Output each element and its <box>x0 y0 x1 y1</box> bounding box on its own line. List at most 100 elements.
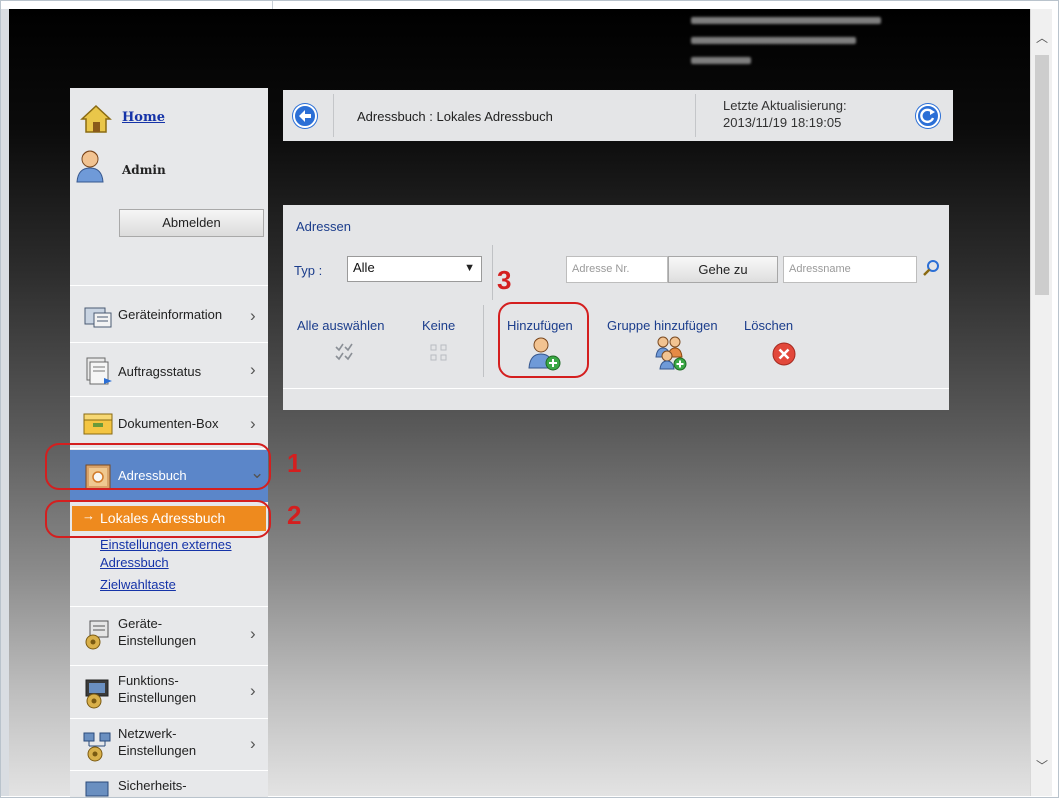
arrow-left-icon <box>299 110 311 122</box>
divider <box>283 388 949 389</box>
add-user-icon[interactable] <box>527 335 561 371</box>
type-select[interactable]: Alle ▼ <box>347 256 482 282</box>
sub-item-external-address-book-line2[interactable]: Adressbuch <box>100 554 169 572</box>
network-settings-icon <box>83 732 111 762</box>
divider <box>70 396 268 397</box>
scrollbar-thumb[interactable] <box>1035 55 1049 295</box>
select-none-link[interactable]: Keine <box>422 318 455 333</box>
divider <box>695 94 696 137</box>
divider <box>70 606 268 607</box>
select-all-icon[interactable] <box>333 341 355 363</box>
callout-number-2: 2 <box>287 500 302 530</box>
chevron-right-icon: › <box>250 414 256 433</box>
chevron-right-icon: › <box>250 360 256 379</box>
addresses-panel: Adressen Typ : Alle ▼ Adresse Nr. Gehe z… <box>283 205 949 410</box>
nav-label-line1: Funktions- <box>118 673 179 688</box>
callout-number-1: 1 <box>287 448 302 478</box>
chevron-down-icon: ▼ <box>464 262 475 274</box>
scroll-up-icon[interactable]: ︿ <box>1036 29 1048 46</box>
goto-button[interactable]: Gehe zu <box>668 256 778 283</box>
divider <box>70 718 268 719</box>
page-header-bar: Adressbuch : Lokales Adressbuch Letzte A… <box>283 90 953 141</box>
divider <box>333 94 334 137</box>
sub-item-local-address-book[interactable]: → Lokales Adressbuch <box>72 506 266 531</box>
sidebar: Home Admin Abmelden Geräteinformation › … <box>70 88 268 798</box>
divider <box>492 245 493 300</box>
sub-item-external-address-book-line1[interactable]: Einstellungen externes <box>100 536 232 554</box>
sub-item-label: Lokales Adressbuch <box>100 510 226 526</box>
nav-label: Geräteinformation <box>118 307 223 322</box>
callout-number-3: 3 <box>497 265 512 295</box>
arrow-right-icon: → <box>82 508 95 523</box>
nav-label-line2: Einstellungen <box>118 633 197 648</box>
window-left-edge <box>0 9 9 796</box>
tab-divider <box>272 0 273 9</box>
chevron-down-icon: ⌄ <box>250 463 265 482</box>
nav-label: Auftragsstatus <box>118 364 202 379</box>
logout-button[interactable]: Abmelden <box>119 209 264 237</box>
user-name: Admin <box>122 163 166 177</box>
type-label: Typ : <box>294 263 323 278</box>
panel-title: Adressen <box>296 219 351 234</box>
type-select-value: Alle <box>353 260 375 275</box>
last-update-time: 2013/11/19 18:19:05 <box>723 115 842 130</box>
nav-item-device-settings[interactable]: Geräte- Einstellungen › <box>70 608 268 660</box>
nav-label-line1: Sicherheits- <box>118 778 187 793</box>
nav-label: Dokumenten-Box <box>118 416 219 431</box>
browser-top-strip <box>0 0 1059 9</box>
nav-label-line1: Netzwerk- <box>118 726 177 741</box>
chevron-right-icon: › <box>250 734 256 753</box>
device-settings-icon <box>85 620 109 650</box>
security-settings-icon <box>85 781 109 797</box>
nav-label-line2: Einstellungen <box>118 743 197 758</box>
nav-label-line1: Geräte- <box>118 616 163 631</box>
divider <box>70 285 268 286</box>
divider <box>483 305 484 377</box>
delete-icon[interactable] <box>771 341 797 367</box>
divider <box>70 448 268 449</box>
document-box-icon <box>83 413 113 435</box>
select-none-icon[interactable] <box>429 343 449 363</box>
search-icon[interactable] <box>920 258 942 280</box>
nav-item-address-book[interactable]: Adressbuch ⌄ <box>70 450 268 502</box>
select-all-link[interactable]: Alle auswählen <box>297 318 384 333</box>
address-book-icon <box>85 464 111 490</box>
chevron-right-icon: › <box>250 624 256 643</box>
address-number-input[interactable]: Adresse Nr. <box>566 256 668 283</box>
user-avatar-icon <box>76 150 104 183</box>
page-title: Adressbuch : Lokales Adressbuch <box>357 109 553 124</box>
function-settings-icon <box>85 679 109 709</box>
divider <box>70 665 268 666</box>
add-group-link[interactable]: Gruppe hinzufügen <box>607 318 718 333</box>
sub-item-speed-dial[interactable]: Zielwahltaste <box>100 576 176 594</box>
divider <box>70 770 268 771</box>
vertical-scrollbar[interactable]: ︿ ﹀ <box>1030 9 1052 796</box>
add-group-icon[interactable] <box>653 333 689 371</box>
nav-item-network-settings[interactable]: Netzwerk- Einstellungen › <box>70 720 268 772</box>
job-status-icon <box>86 357 112 385</box>
refresh-icon <box>920 108 935 124</box>
add-link[interactable]: Hinzufügen <box>507 318 573 333</box>
refresh-button[interactable] <box>916 104 940 128</box>
scroll-down-icon[interactable]: ﹀ <box>1036 757 1048 774</box>
nav-item-function-settings[interactable]: Funktions- Einstellungen › <box>70 667 268 719</box>
header-blurred-text-2 <box>691 37 856 44</box>
chevron-right-icon: › <box>250 306 256 325</box>
nav-item-device-information[interactable]: Geräteinformation › <box>70 290 268 342</box>
back-button[interactable] <box>293 104 317 128</box>
header-blurred-text-1 <box>691 17 881 24</box>
nav-item-job-status[interactable]: Auftragsstatus › <box>70 344 268 396</box>
nav-label-line2: Einstellungen <box>118 690 197 705</box>
last-update-label: Letzte Aktualisierung: <box>723 98 847 113</box>
divider <box>70 342 268 343</box>
nav-label: Adressbuch <box>118 468 187 483</box>
nav-item-security-settings[interactable]: Sicherheits- <box>70 772 268 798</box>
device-info-icon <box>84 307 112 328</box>
chevron-right-icon: › <box>250 681 256 700</box>
address-name-input[interactable]: Adressname <box>783 256 917 283</box>
home-icon <box>80 104 112 133</box>
header-blurred-text-3 <box>691 57 751 64</box>
delete-link[interactable]: Löschen <box>744 318 793 333</box>
nav-item-document-box[interactable]: Dokumenten-Box › <box>70 398 268 450</box>
home-link[interactable]: Home <box>122 110 165 125</box>
